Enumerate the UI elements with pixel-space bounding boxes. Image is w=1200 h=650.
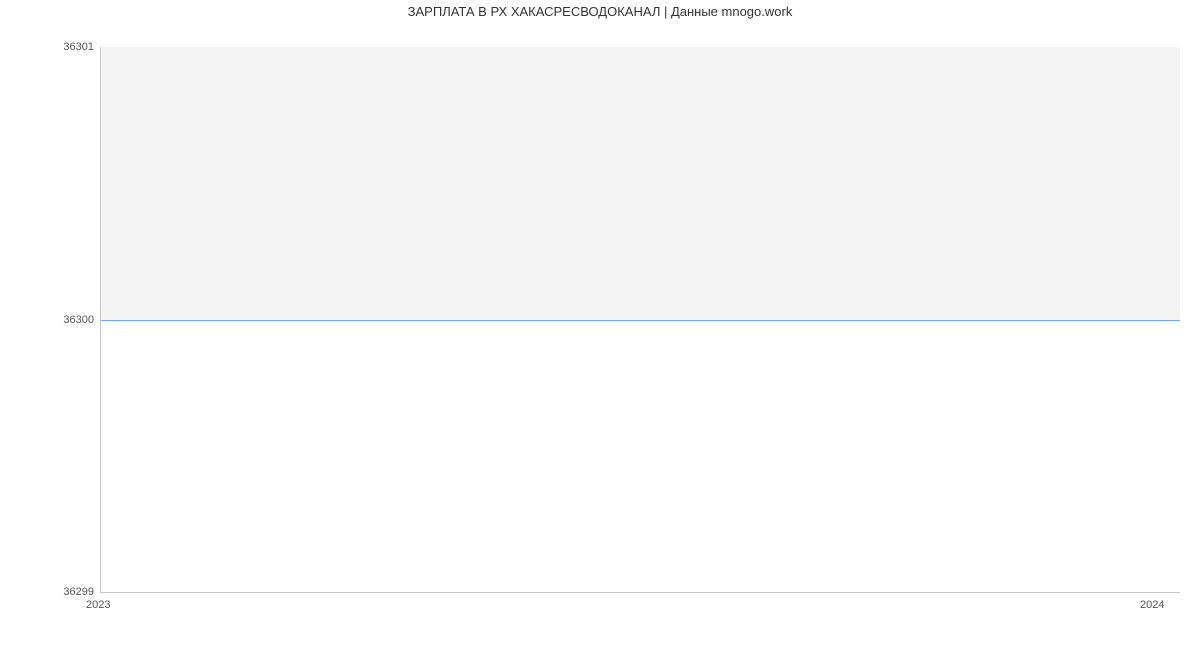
data-line (101, 320, 1180, 321)
ytick-top: 36301 (14, 41, 94, 53)
ytick-mid: 36300 (14, 314, 94, 326)
xtick-right: 2024 (1140, 599, 1164, 611)
xtick-left: 2023 (86, 599, 110, 611)
ytick-bottom: 36299 (14, 586, 94, 598)
plot-region (100, 47, 1180, 593)
chart-area: 36301 36300 36299 2023 2024 (0, 23, 1200, 643)
chart-title: ЗАРПЛАТА В РХ ХАКАСРЕСВОДОКАНАЛ | Данные… (0, 0, 1200, 23)
area-fill (101, 47, 1180, 320)
